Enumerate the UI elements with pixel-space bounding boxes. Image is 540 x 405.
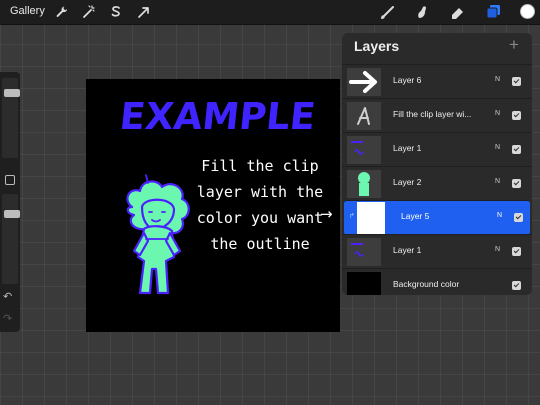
layer-name: Layer 5 [401,211,430,221]
layer-row[interactable]: Layer 1 N [342,132,532,167]
brush-size-thumb[interactable] [4,88,20,97]
brush-size-slider[interactable] [2,78,20,158]
color-picker-swatch[interactable] [520,4,535,19]
layers-panel: Layers + Layer 6 N Fill the clip layer w… [342,33,532,295]
modify-button[interactable] [5,175,15,185]
layer-name: Fill the clip layer wi... [393,109,472,119]
blend-mode-button[interactable]: N [495,76,500,83]
layer-name: Layer 2 [393,177,422,187]
undo-icon[interactable]: ↶ [3,291,12,303]
blend-mode-button[interactable]: N [495,178,500,185]
layer-name: Layer 1 [393,143,422,153]
magic-wand-icon[interactable] [81,4,97,20]
visibility-checkbox[interactable] [512,281,521,290]
layer-thumbnail [357,202,385,234]
wrench-icon[interactable] [54,4,70,20]
eraser-icon[interactable] [449,4,465,20]
arrow-icon [349,71,377,93]
layer-thumbnail [347,170,381,198]
layer-row-selected[interactable]: ↱ Layer 5 N [344,200,530,235]
top-toolbar: Gallery [0,0,540,25]
text-layer-icon [357,107,370,125]
layer-name: Layer 1 [393,245,422,255]
figure-thumbnail [358,172,370,196]
opacity-slider[interactable] [2,194,20,284]
opacity-thumb[interactable] [4,210,20,219]
layers-title: Layers [354,38,400,54]
blend-mode-button[interactable]: N [497,212,502,219]
left-sidebar: ↶ ↷ [0,72,20,332]
layer-row[interactable]: Layer 6 N [342,64,532,99]
brush-icon[interactable] [380,4,396,20]
layer-thumbnail [347,102,381,130]
selection-s-icon[interactable] [108,4,124,20]
character-drawing [126,174,190,295]
blend-mode-button[interactable]: N [495,246,500,253]
layer-thumbnail [347,238,381,266]
clip-mask-icon: ↱ [349,212,355,220]
transform-arrow-icon[interactable] [136,4,152,20]
layer-name: Background color [393,279,460,289]
add-layer-button[interactable]: + [509,35,519,55]
layers-icon[interactable] [485,4,501,20]
gallery-button[interactable]: Gallery [10,5,45,17]
visibility-checkbox[interactable] [512,145,521,154]
layer-thumbnail [347,68,381,96]
smudge-icon[interactable] [414,4,430,20]
blend-mode-button[interactable]: N [495,144,500,151]
layer-thumbnail [347,272,381,295]
redo-icon[interactable]: ↷ [3,313,12,325]
layer-row[interactable]: Layer 2 N [342,166,532,201]
layer-name: Layer 6 [393,75,422,85]
layer-thumbnail [347,136,381,164]
visibility-checkbox[interactable] [512,179,521,188]
visibility-checkbox[interactable] [512,77,521,86]
visibility-checkbox[interactable] [512,111,521,120]
layer-row[interactable]: Layer 1 N [342,234,532,269]
visibility-checkbox[interactable] [512,247,521,256]
layer-row[interactable]: Fill the clip layer wi... N [342,98,532,133]
layer-row-background[interactable]: Background color [342,268,532,295]
scribble-thumbnail [351,243,364,257]
blend-mode-button[interactable]: N [495,110,500,117]
annotation-arrow: → [320,205,333,223]
drawing-canvas[interactable]: EXAMPLE Fill the clip layer with the col… [86,79,340,332]
scribble-thumbnail [351,141,364,155]
visibility-checkbox[interactable] [514,213,523,222]
